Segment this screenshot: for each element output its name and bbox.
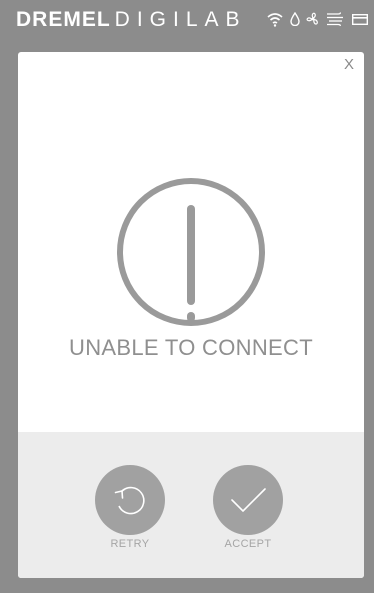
brand-logo: DREMEL DIGILAB: [16, 8, 247, 32]
brand-name-light: DIGILAB: [114, 8, 247, 31]
top-bar: DREMEL DIGILAB: [0, 0, 374, 40]
wifi-icon: [266, 11, 284, 27]
error-message: UNABLE TO CONNECT: [69, 335, 313, 360]
retry-icon: [114, 486, 145, 515]
brand-name-bold: DREMEL: [16, 8, 111, 31]
check-icon: [231, 488, 266, 512]
retry-button[interactable]: [95, 465, 165, 535]
drop-icon: [290, 12, 300, 26]
airflow-icon: [326, 12, 346, 26]
accept-label: ACCEPT: [224, 538, 272, 550]
status-icons: [266, 11, 368, 27]
dialog-actions: RETRY ACCEPT: [18, 432, 364, 578]
retry-label: RETRY: [110, 538, 150, 550]
exclamation-circle-icon: [115, 176, 267, 333]
accept-button[interactable]: [213, 465, 283, 535]
fan-icon: [306, 12, 320, 26]
connection-error-dialog: X UNABLE TO CONNECT RETRY ACCEPT: [18, 52, 364, 578]
card-icon: [352, 13, 368, 25]
accept-action: ACCEPT: [203, 465, 293, 550]
close-button[interactable]: X: [341, 57, 357, 73]
retry-action: RETRY: [85, 465, 175, 550]
